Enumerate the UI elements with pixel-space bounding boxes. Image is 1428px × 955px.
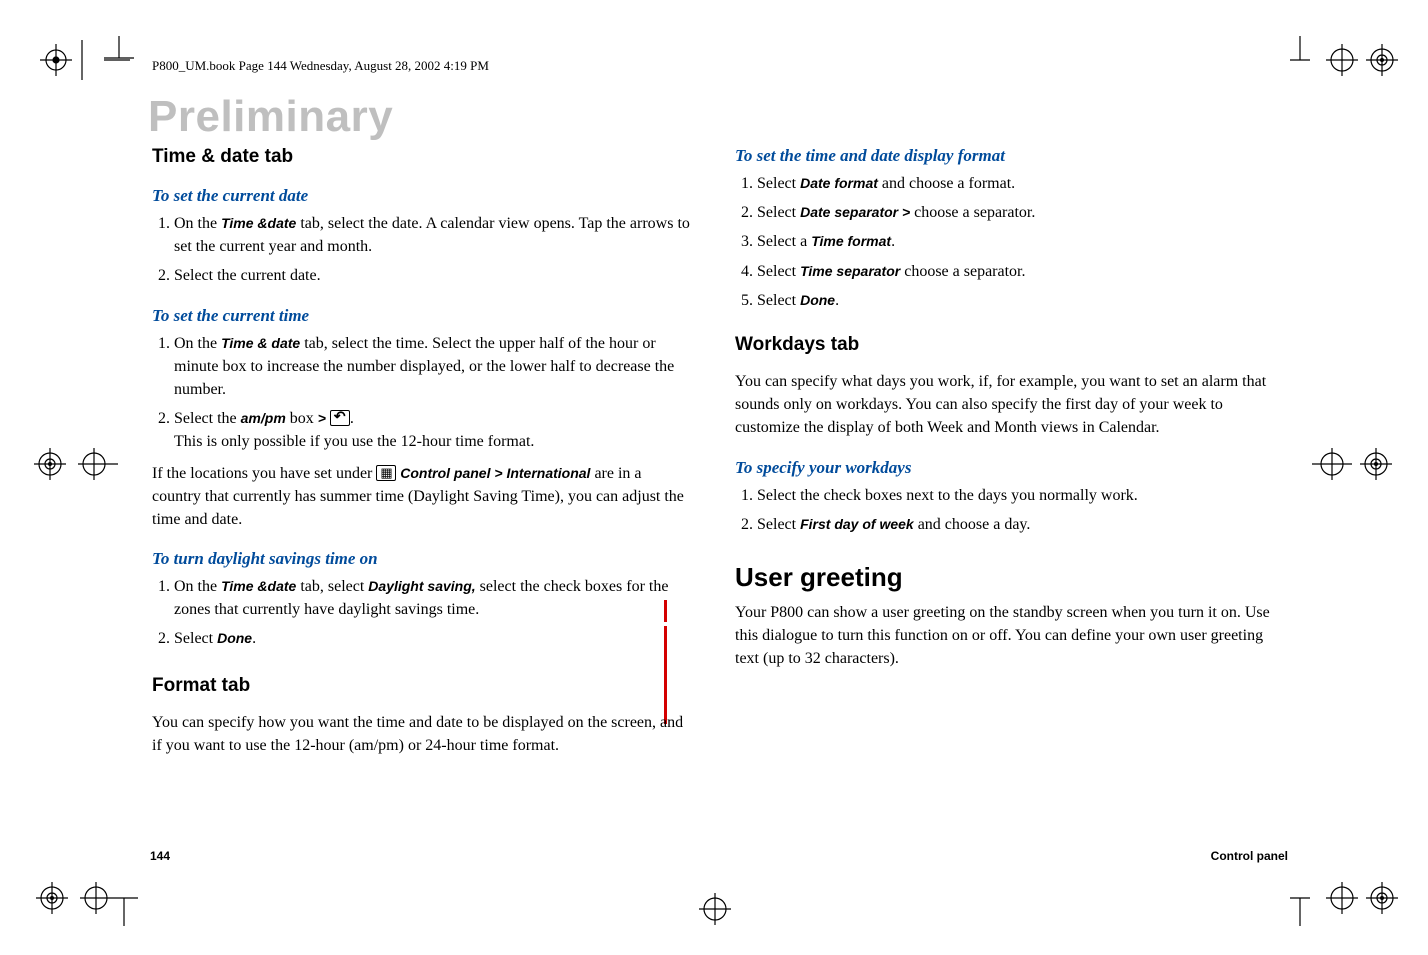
ui-label: Time format bbox=[811, 233, 891, 249]
ui-label: Time &date bbox=[221, 578, 296, 594]
crop-mark-top-right bbox=[1290, 36, 1400, 86]
text: Select bbox=[174, 630, 217, 647]
ui-label: Daylight saving, bbox=[368, 578, 475, 594]
paragraph: You can specify what days you work, if, … bbox=[735, 370, 1276, 440]
subhead-set-current-date: To set the current date bbox=[152, 186, 693, 206]
crop-mark-top-line bbox=[104, 36, 134, 66]
list-item: Select First day of week and choose a da… bbox=[757, 513, 1276, 536]
crop-mark-right-mid bbox=[1310, 442, 1400, 486]
paragraph: If the locations you have set under Cont… bbox=[152, 462, 693, 532]
list-item: Select Date format and choose a format. bbox=[757, 172, 1276, 195]
page-number: 144 bbox=[150, 849, 170, 863]
steps-dst: On the Time &date tab, select Daylight s… bbox=[152, 575, 693, 651]
text: choose a separator. bbox=[900, 263, 1025, 280]
content-frame: P800_UM.book Page 144 Wednesday, August … bbox=[134, 54, 1294, 864]
text: If the locations you have set under bbox=[152, 465, 376, 482]
list-item: Select Done. bbox=[757, 289, 1276, 312]
crop-mark-bottom-right bbox=[1290, 868, 1400, 928]
steps-display-format: Select Date format and choose a format. … bbox=[735, 172, 1276, 312]
two-column-layout: Time & date tab To set the current date … bbox=[136, 102, 1292, 757]
page-root: Preliminary P800_UM.book Page 144 Wednes… bbox=[0, 0, 1428, 955]
text: On the bbox=[174, 335, 221, 352]
paragraph: You can specify how you want the time an… bbox=[152, 711, 693, 757]
ui-label: Time & date bbox=[221, 335, 300, 351]
list-item: Select the am/pm box > . This is only po… bbox=[174, 407, 693, 453]
ui-label: Time separator bbox=[800, 263, 900, 279]
paragraph: Your P800 can show a user greeting on th… bbox=[735, 601, 1276, 671]
list-item: Select the current date. bbox=[174, 264, 693, 287]
text: box bbox=[286, 410, 318, 427]
subhead-specify-workdays: To specify your workdays bbox=[735, 458, 1276, 478]
ui-label: First day of week bbox=[800, 516, 914, 532]
ui-label: > bbox=[318, 410, 330, 426]
ui-label: am/pm bbox=[241, 410, 286, 426]
text: tab, select bbox=[296, 578, 368, 595]
text: . bbox=[252, 630, 256, 647]
subhead-set-current-time: To set the current time bbox=[152, 306, 693, 326]
text: Select a bbox=[757, 233, 811, 250]
text: . bbox=[350, 410, 354, 427]
text: and choose a day. bbox=[914, 516, 1031, 533]
text: . bbox=[835, 292, 839, 309]
footer-section: Control panel bbox=[1211, 849, 1288, 863]
ui-label: Date format bbox=[800, 175, 878, 191]
ui-label: Done bbox=[800, 292, 835, 308]
ui-label: Done bbox=[217, 630, 252, 646]
crop-mark-left-mid bbox=[28, 442, 118, 486]
heading-workdays-tab: Workdays tab bbox=[735, 334, 1276, 356]
ui-label: Time &date bbox=[221, 215, 296, 231]
heading-format-tab: Format tab bbox=[152, 675, 693, 697]
text: and choose a format. bbox=[878, 175, 1015, 192]
text: On the bbox=[174, 215, 221, 232]
text: On the bbox=[174, 578, 221, 595]
left-column: Time & date tab To set the current date … bbox=[152, 102, 693, 757]
text: Select bbox=[757, 204, 800, 221]
text: Select bbox=[757, 292, 800, 309]
list-item: Select Date separator > choose a separat… bbox=[757, 201, 1276, 224]
right-column: To set the time and date display format … bbox=[735, 102, 1276, 757]
list-item: Select a Time format. bbox=[757, 230, 1276, 253]
page-footer: 144 Control panel bbox=[150, 849, 1288, 863]
list-item: Select Time separator choose a separator… bbox=[757, 260, 1276, 283]
text: choose a separator. bbox=[914, 204, 1035, 221]
steps-specify-workdays: Select the check boxes next to the days … bbox=[735, 484, 1276, 536]
steps-set-current-time: On the Time & date tab, select the time.… bbox=[152, 332, 693, 454]
list-item: Select the check boxes next to the days … bbox=[757, 484, 1276, 507]
text: . bbox=[891, 233, 895, 250]
undo-icon bbox=[330, 410, 350, 426]
subhead-dst: To turn daylight savings time on bbox=[152, 549, 693, 569]
text: Select bbox=[757, 516, 800, 533]
running-header: P800_UM.book Page 144 Wednesday, August … bbox=[152, 58, 1292, 74]
list-item: On the Time &date tab, select the date. … bbox=[174, 212, 693, 258]
text: This is only possible if you use the 12-… bbox=[174, 433, 534, 450]
text: Select the bbox=[174, 410, 241, 427]
text: Select bbox=[757, 175, 800, 192]
list-item: Select Done. bbox=[174, 627, 693, 650]
ui-label: Control panel > International bbox=[396, 465, 590, 481]
crop-mark-bottom-mid bbox=[690, 884, 740, 934]
list-item: On the Time &date tab, select Daylight s… bbox=[174, 575, 693, 621]
crop-mark-bottom-left bbox=[28, 868, 138, 928]
control-panel-icon bbox=[376, 465, 396, 481]
heading-time-date-tab: Time & date tab bbox=[152, 146, 693, 168]
list-item: On the Time & date tab, select the time.… bbox=[174, 332, 693, 402]
heading-user-greeting: User greeting bbox=[735, 562, 1276, 593]
ui-label: Date separator > bbox=[800, 204, 914, 220]
steps-set-current-date: On the Time &date tab, select the date. … bbox=[152, 212, 693, 288]
text: Select bbox=[757, 263, 800, 280]
subhead-display-format: To set the time and date display format bbox=[735, 146, 1276, 166]
